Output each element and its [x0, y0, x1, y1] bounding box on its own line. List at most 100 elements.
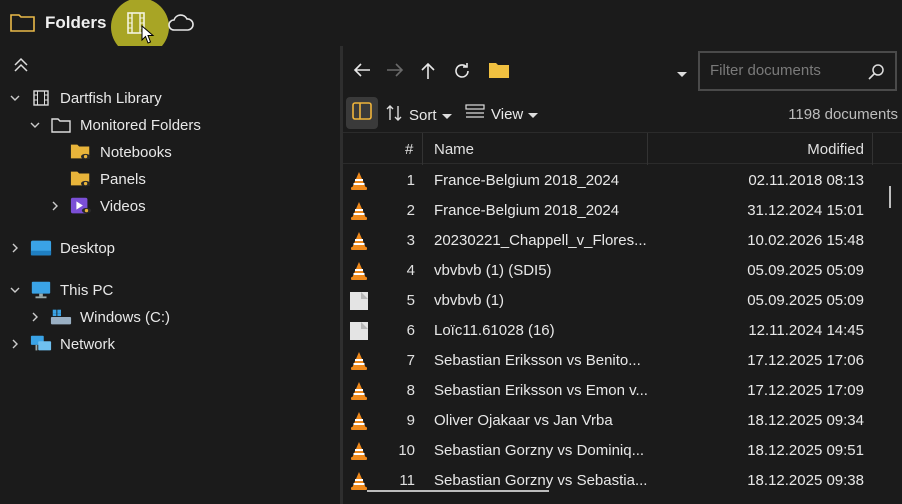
filter-input[interactable] — [710, 62, 860, 79]
table-row[interactable]: 7 Sebastian Eriksson vs Benito... 17.12.… — [343, 346, 902, 376]
tree-item-network[interactable]: Network — [8, 332, 115, 356]
row-name: Sebastian Gorzny vs Sebastia... — [434, 472, 648, 489]
row-name: vbvbvb (1) (SDI5) — [434, 262, 552, 279]
row-name: Sebastian Eriksson vs Benito... — [434, 352, 641, 369]
panel-toggle-button[interactable] — [346, 97, 378, 129]
monitor-icon — [30, 280, 52, 300]
row-number: 11 — [399, 472, 415, 489]
folder-icon[interactable] — [10, 12, 36, 36]
row-modified: 17.12.2025 17:09 — [747, 382, 864, 399]
list-view-icon — [465, 104, 485, 124]
column-header-name[interactable]: Name — [434, 141, 474, 158]
row-modified: 18.12.2025 09:51 — [747, 442, 864, 459]
back-arrow-icon[interactable] — [352, 61, 372, 83]
folder-icon — [488, 62, 510, 83]
tree-item-label: This PC — [60, 281, 114, 299]
column-divider[interactable] — [872, 133, 873, 165]
refresh-icon[interactable] — [452, 61, 472, 85]
vlc-icon — [349, 471, 369, 491]
row-number: 4 — [406, 262, 415, 279]
row-modified: 18.12.2025 09:34 — [747, 412, 864, 429]
table-row[interactable]: 9 Oliver Ojakaar vs Jan Vrba 18.12.2025 … — [343, 406, 902, 436]
vlc-icon — [349, 261, 369, 281]
table-row[interactable]: 10 Sebastian Gorzny vs Dominiq... 18.12.… — [343, 436, 902, 466]
chevron-right-icon[interactable] — [8, 337, 22, 351]
chevron-down-icon[interactable] — [8, 283, 22, 297]
table-row[interactable]: 2 France-Belgium 2018_2024 31.12.2024 15… — [343, 196, 902, 226]
document-toolbar: Sort View 1198 documents — [343, 96, 902, 130]
row-name: Sebastian Gorzny vs Dominiq... — [434, 442, 645, 459]
row-modified: 05.09.2025 05:09 — [747, 292, 864, 309]
folder-eye-icon — [70, 169, 92, 189]
chevron-down-icon[interactable] — [28, 118, 42, 132]
film-icon — [30, 88, 52, 108]
chevron-right-icon[interactable] — [48, 199, 62, 213]
generic-file-icon — [349, 291, 369, 311]
row-number: 2 — [406, 202, 415, 219]
forward-arrow-icon[interactable] — [385, 61, 405, 83]
table-row[interactable]: 4 vbvbvb (1) (SDI5) 05.09.2025 05:09 — [343, 256, 902, 286]
tree-item-label: Panels — [100, 170, 146, 188]
table-row[interactable]: 1 France-Belgium 2018_2024 02.11.2018 08… — [343, 166, 902, 196]
row-modified: 18.12.2025 09:38 — [747, 472, 864, 489]
cloud-icon[interactable] — [167, 13, 195, 37]
column-header-number[interactable]: # — [405, 141, 413, 158]
vlc-icon — [349, 171, 369, 191]
table-row[interactable]: 5 vbvbvb (1) 05.09.2025 05:09 — [343, 286, 902, 316]
table-row[interactable]: 3 20230221_Chappell_v_Flores... 10.02.20… — [343, 226, 902, 256]
row-name: France-Belgium 2018_2024 — [434, 202, 620, 219]
row-modified: 31.12.2024 15:01 — [747, 202, 864, 219]
chevron-down-icon[interactable] — [8, 91, 22, 105]
row-number: 6 — [406, 322, 415, 339]
collapse-all-icon[interactable] — [12, 56, 30, 78]
row-modified: 17.12.2025 17:06 — [747, 352, 864, 369]
row-number: 8 — [406, 382, 415, 399]
chevron-down-icon — [528, 106, 539, 123]
table-row[interactable]: 8 Sebastian Eriksson vs Emon v... 17.12.… — [343, 376, 902, 406]
chevron-right-icon[interactable] — [8, 241, 22, 255]
up-arrow-icon[interactable] — [419, 61, 437, 85]
column-divider[interactable] — [422, 133, 423, 165]
tree-item-label: Monitored Folders — [80, 116, 201, 134]
filter-documents-field[interactable] — [698, 51, 897, 91]
tree-item-desktop[interactable]: Desktop — [8, 236, 115, 260]
horizontal-scrollbar[interactable] — [367, 490, 549, 492]
tree-item-label: Notebooks — [100, 143, 172, 161]
navigation-bar — [343, 46, 902, 96]
chevron-right-icon[interactable] — [28, 310, 42, 324]
tree-item-videos[interactable]: Videos — [48, 194, 146, 218]
page-title: Folders — [45, 13, 107, 32]
row-modified: 05.09.2025 05:09 — [747, 262, 864, 279]
row-modified: 12.11.2024 14:45 — [748, 322, 864, 339]
column-header-modified[interactable]: Modified — [807, 141, 864, 158]
vlc-icon — [349, 351, 369, 371]
vlc-icon — [349, 381, 369, 401]
view-button[interactable]: View — [465, 104, 539, 124]
sort-button[interactable]: Sort — [385, 104, 452, 126]
videos-eye-icon — [70, 196, 92, 216]
row-number: 1 — [406, 172, 415, 189]
vlc-icon — [349, 441, 369, 461]
search-icon[interactable] — [867, 63, 885, 85]
tree-item-panels[interactable]: Panels — [70, 167, 146, 191]
chevron-down-icon — [441, 107, 452, 124]
dropdown-arrow-icon[interactable] — [676, 66, 688, 83]
table-row[interactable]: 6 Loïc11.61028 (16) 12.11.2024 14:45 — [343, 316, 902, 346]
tree-item-windows-c[interactable]: Windows (C:) — [28, 305, 170, 329]
column-divider[interactable] — [647, 133, 648, 165]
drive-icon — [50, 307, 72, 327]
panel-layout-icon — [352, 102, 372, 124]
tree-item-dartfish-library[interactable]: Dartfish Library — [8, 86, 162, 110]
row-name: Loïc11.61028 (16) — [434, 322, 555, 339]
folder-eye-icon — [70, 142, 92, 162]
tree-item-label: Windows (C:) — [80, 308, 171, 326]
tree-item-this-pc[interactable]: This PC — [8, 278, 113, 302]
row-number: 9 — [406, 412, 415, 429]
generic-file-icon — [349, 321, 369, 341]
row-name: Oliver Ojakaar vs Jan Vrba — [434, 412, 613, 429]
row-name: France-Belgium 2018_2024 — [434, 172, 620, 189]
row-number: 3 — [406, 232, 415, 249]
vertical-scrollbar[interactable] — [889, 186, 891, 208]
tree-item-monitored-folders[interactable]: Monitored Folders — [28, 113, 201, 137]
tree-item-notebooks[interactable]: Notebooks — [70, 140, 172, 164]
